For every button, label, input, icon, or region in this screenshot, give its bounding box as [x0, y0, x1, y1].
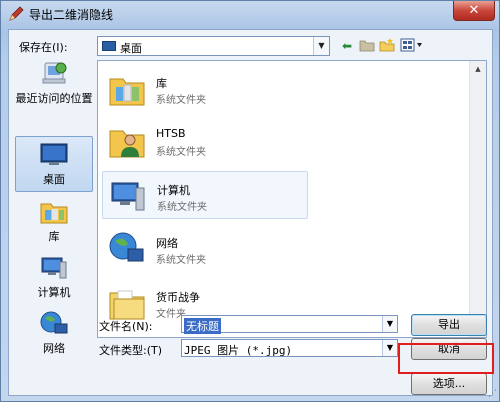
close-icon: ✕	[468, 3, 480, 18]
place-computer[interactable]: 计算机	[15, 254, 93, 304]
close-button[interactable]: ✕	[453, 1, 495, 21]
file-name: 计算机	[157, 184, 190, 197]
recent-places-icon	[39, 60, 69, 88]
export-button[interactable]: 导出	[411, 314, 487, 336]
place-libraries[interactable]: 库	[15, 198, 93, 248]
highlight-annotation	[398, 343, 494, 374]
place-label: 桌面	[43, 173, 65, 186]
list-item[interactable]: 网络 系统文件夹	[102, 225, 308, 273]
filename-label: 文件名(N):	[99, 320, 153, 333]
filetype-value: JPEG 图片 (*.jpg)	[184, 344, 293, 357]
new-folder-icon[interactable]	[379, 38, 395, 54]
list-item[interactable]: 库 系统文件夹	[102, 65, 308, 113]
file-type: 系统文件夹	[156, 147, 206, 158]
pencil-icon	[9, 6, 24, 21]
save-in-label: 保存在(I):	[19, 41, 68, 54]
chevron-down-icon[interactable]: ▼	[313, 37, 329, 55]
place-label: 库	[48, 230, 60, 243]
scroll-up-icon[interactable]: ▲	[470, 61, 486, 77]
vertical-scrollbar[interactable]: ▲ ▼	[469, 61, 486, 337]
place-network[interactable]: 网络	[15, 310, 93, 360]
file-name: HTSB	[156, 127, 186, 140]
libraries-icon	[39, 198, 69, 226]
file-name: 货币战争	[156, 291, 200, 304]
folder-icon	[108, 285, 146, 321]
libraries-icon	[108, 71, 146, 107]
view-menu-icon[interactable]	[399, 38, 425, 54]
save-in-dropdown[interactable]: 桌面 ▼	[97, 36, 330, 56]
filename-input[interactable]: 无标题 ▼	[181, 315, 398, 334]
place-label: 最近访问的位置	[15, 92, 93, 105]
filename-value: 无标题	[184, 318, 221, 334]
desktop-icon	[102, 41, 116, 51]
user-folder-icon	[108, 123, 146, 159]
desktop-icon	[39, 141, 69, 169]
export-dialog: 导出二维消隐线 ✕ 保存在(I): 桌面 ▼ ⬅ 最近访问的位置 桌面 库 计算…	[0, 0, 500, 402]
computer-icon	[39, 254, 69, 282]
title-bar[interactable]: 导出二维消隐线 ✕	[1, 1, 499, 27]
place-label: 网络	[43, 342, 65, 355]
file-list[interactable]: 库 系统文件夹 HTSB 系统文件夹 计算机 系统文件夹 网络 系统文件夹 货币…	[97, 60, 487, 338]
list-item[interactable]: HTSB 系统文件夹	[102, 117, 308, 165]
resize-grip-icon[interactable]: ⋰	[488, 389, 497, 399]
place-label: 计算机	[37, 286, 71, 299]
filetype-select[interactable]: JPEG 图片 (*.jpg) ▼	[181, 339, 398, 357]
window-title: 导出二维消隐线	[29, 8, 114, 22]
places-bar: 最近访问的位置 桌面 库 计算机 网络	[15, 60, 93, 355]
file-name: 库	[156, 77, 167, 90]
network-icon	[108, 231, 146, 267]
file-type: 系统文件夹	[156, 95, 206, 106]
filetype-label: 文件类型:(T)	[99, 344, 163, 357]
file-name: 网络	[156, 237, 178, 250]
chevron-down-icon[interactable]: ▼	[382, 340, 397, 356]
dialog-body: 保存在(I): 桌面 ▼ ⬅ 最近访问的位置 桌面 库 计算机 网络 库 系统文…	[8, 29, 493, 396]
file-type: 系统文件夹	[156, 255, 206, 266]
computer-icon	[109, 178, 147, 214]
file-type: 系统文件夹	[157, 202, 207, 213]
back-icon[interactable]: ⬅	[339, 38, 355, 54]
list-item[interactable]: 计算机 系统文件夹	[102, 171, 308, 219]
save-in-value: 桌面	[120, 42, 142, 55]
chevron-down-icon[interactable]: ▼	[382, 316, 397, 332]
network-icon	[39, 310, 69, 338]
options-button[interactable]: 选项...	[411, 373, 487, 395]
place-desktop[interactable]: 桌面	[15, 136, 93, 192]
place-recent[interactable]: 最近访问的位置	[15, 60, 93, 130]
up-folder-icon[interactable]	[359, 38, 375, 54]
